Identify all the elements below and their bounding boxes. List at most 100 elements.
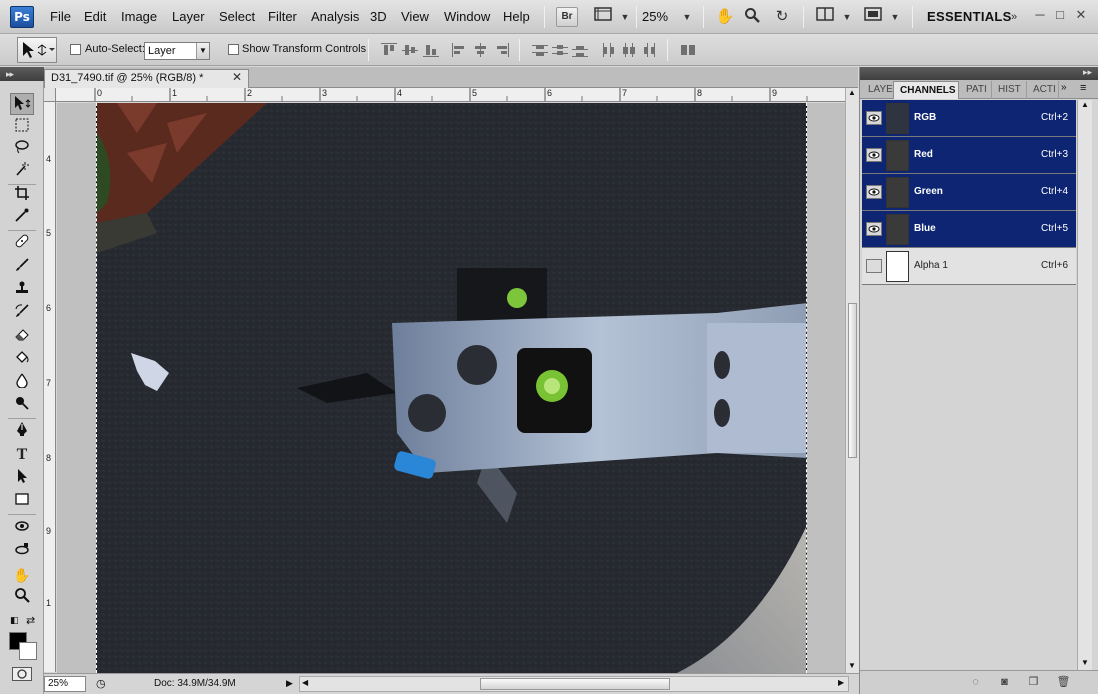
workspace-switcher[interactable]: ESSENTIALS: [927, 9, 1012, 24]
chevron-down-icon[interactable]: ▼: [676, 7, 698, 27]
menu-filter[interactable]: Filter: [268, 9, 297, 24]
ruler-origin[interactable]: [44, 88, 56, 102]
scroll-down-icon[interactable]: ▼: [1081, 658, 1089, 667]
distribute-horizontal-centers-icon[interactable]: [621, 43, 637, 57]
maximize-icon[interactable]: □: [1050, 5, 1070, 25]
hand-tool-icon[interactable]: ✋: [714, 7, 736, 27]
3d-rotate-tool-icon[interactable]: [10, 518, 34, 540]
menu-image[interactable]: Image: [121, 9, 157, 24]
panel-menu-icon[interactable]: ≡: [1080, 82, 1086, 94]
save-selection-channel-icon[interactable]: ◙: [997, 675, 1012, 689]
crop-tool-icon[interactable]: [10, 185, 34, 207]
channel-row-green[interactable]: Green Ctrl+4: [862, 174, 1076, 211]
document-tab[interactable]: D31_7490.tif @ 25% (RGB/8) *: [44, 69, 249, 88]
paint-bucket-tool-icon[interactable]: [10, 349, 34, 371]
photo-image[interactable]: [96, 103, 807, 673]
scroll-right-icon[interactable]: ▶: [838, 678, 844, 687]
panel-dock-header[interactable]: ▸▸: [860, 67, 1098, 80]
auto-select-checkbox[interactable]: [70, 44, 81, 55]
close-document-icon[interactable]: ✕: [232, 70, 242, 84]
vertical-scroll-thumb[interactable]: [848, 303, 857, 458]
rectangle-tool-icon[interactable]: [10, 491, 34, 513]
history-brush-tool-icon[interactable]: [10, 303, 34, 325]
eye-icon[interactable]: [866, 185, 882, 199]
tools-panel-header[interactable]: ▸▸: [0, 67, 44, 81]
horizontal-scrollbar[interactable]: ◀ ▶: [299, 676, 849, 692]
auto-align-layers-icon[interactable]: [680, 43, 696, 57]
clone-stamp-tool-icon[interactable]: [10, 280, 34, 302]
panel-scrollbar[interactable]: ▲ ▼: [1077, 100, 1092, 670]
tool-preset-picker[interactable]: [17, 37, 57, 63]
channel-row-rgb[interactable]: RGB Ctrl+2: [862, 100, 1076, 137]
new-channel-icon[interactable]: ❐: [1026, 675, 1041, 689]
align-right-edges-icon[interactable]: [494, 43, 510, 57]
swap-colors-icon[interactable]: ⇄: [26, 614, 35, 627]
minimize-icon[interactable]: ─: [1030, 5, 1050, 25]
menu-select[interactable]: Select: [219, 9, 255, 24]
marquee-tool-icon[interactable]: [10, 117, 34, 139]
eraser-tool-icon[interactable]: [10, 326, 34, 348]
3d-orbit-tool-icon[interactable]: [10, 541, 34, 563]
dodge-tool-icon[interactable]: [10, 395, 34, 417]
distribute-bottom-edges-icon[interactable]: [572, 43, 588, 57]
visibility-toggle[interactable]: [866, 259, 882, 273]
background-color-swatch[interactable]: [19, 642, 37, 660]
auto-select-target-dropdown[interactable]: Layer ▼: [144, 42, 210, 60]
menu-help[interactable]: Help: [503, 9, 530, 24]
brush-tool-icon[interactable]: [10, 257, 34, 279]
close-icon[interactable]: ✕: [1071, 5, 1091, 25]
zoom-tool-icon[interactable]: [10, 587, 34, 609]
menu-layer[interactable]: Layer: [172, 9, 205, 24]
menu-3d[interactable]: 3D: [370, 9, 387, 24]
distribute-right-edges-icon[interactable]: [641, 43, 657, 57]
align-horizontal-centers-icon[interactable]: [473, 43, 489, 57]
zoom-level-select[interactable]: 25%: [642, 9, 668, 24]
chevron-down-icon[interactable]: ▼: [836, 7, 858, 27]
delete-channel-icon[interactable]: 🗑: [1056, 675, 1071, 689]
show-transform-checkbox[interactable]: [228, 44, 239, 55]
bridge-button[interactable]: Br: [556, 7, 578, 27]
status-menu-icon[interactable]: ▶: [286, 678, 293, 689]
eye-icon[interactable]: [866, 148, 882, 162]
type-tool-icon[interactable]: T: [10, 444, 34, 466]
vertical-ruler[interactable]: 4 5 6 7 8 9 1: [44, 102, 56, 672]
distribute-top-edges-icon[interactable]: [532, 43, 548, 57]
tab-layers[interactable]: LAYE: [862, 81, 894, 99]
arrange-documents-icon[interactable]: [814, 7, 836, 27]
workspace-menu-icon[interactable]: »: [1003, 7, 1025, 27]
channel-row-red[interactable]: Red Ctrl+3: [862, 137, 1076, 174]
status-zoom-field[interactable]: 25%: [44, 676, 86, 692]
collapse-panels-icon[interactable]: ▸▸: [1083, 67, 1092, 78]
status-info-icon[interactable]: ◷: [96, 677, 106, 690]
menu-edit[interactable]: Edit: [84, 9, 106, 24]
vertical-scrollbar[interactable]: ▲ ▼: [845, 88, 859, 673]
screen-mode-icon[interactable]: [862, 7, 884, 27]
view-extras-icon[interactable]: [592, 7, 614, 27]
tab-histogram[interactable]: HIST: [992, 81, 1027, 99]
scroll-down-icon[interactable]: ▼: [848, 661, 856, 670]
quick-mask-icon[interactable]: [12, 667, 32, 681]
menu-view[interactable]: View: [401, 9, 429, 24]
align-top-edges-icon[interactable]: [381, 43, 397, 57]
align-bottom-edges-icon[interactable]: [423, 43, 439, 57]
horizontal-scroll-thumb[interactable]: [480, 678, 670, 690]
path-selection-tool-icon[interactable]: [10, 468, 34, 490]
tab-paths[interactable]: PATI: [960, 81, 992, 99]
healing-brush-tool-icon[interactable]: [10, 233, 34, 255]
horizontal-ruler[interactable]: 0 1 2 3 4 5 6 7 8 9: [56, 88, 846, 102]
hand-tool-icon[interactable]: ✋: [10, 564, 34, 586]
zoom-tool-icon[interactable]: [741, 7, 763, 27]
eyedropper-tool-icon[interactable]: [10, 207, 34, 229]
distribute-vertical-centers-icon[interactable]: [552, 43, 568, 57]
channel-row-blue[interactable]: Blue Ctrl+5: [862, 211, 1076, 248]
align-vertical-centers-icon[interactable]: [402, 43, 418, 57]
scroll-left-icon[interactable]: ◀: [302, 678, 308, 687]
chevron-down-icon[interactable]: ▼: [614, 7, 636, 27]
load-channel-selection-icon[interactable]: ◌: [968, 675, 983, 689]
channel-row-alpha-1[interactable]: Alpha 1 Ctrl+6: [862, 248, 1076, 285]
move-tool-icon[interactable]: [10, 93, 34, 115]
menu-window[interactable]: Window: [444, 9, 490, 24]
document-canvas[interactable]: [57, 103, 845, 673]
scroll-up-icon[interactable]: ▲: [848, 88, 856, 97]
more-tabs-icon[interactable]: »: [1061, 82, 1067, 93]
